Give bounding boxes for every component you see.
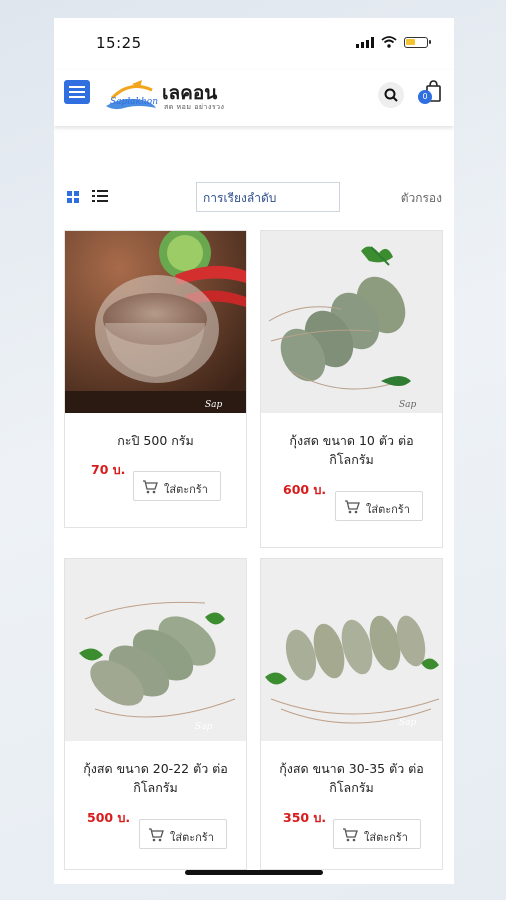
product-image[interactable]: Sap [261, 559, 442, 741]
product-price: 600 บ. [283, 482, 327, 497]
product-price: 70 บ. [91, 462, 126, 477]
svg-text:Sap: Sap [399, 400, 417, 410]
add-to-cart-button[interactable]: ใส่ตะกร้า [139, 819, 227, 849]
product-card[interactable]: Sap กะปิ 500 กรัม 70 บ. ใส่ตะกร้า [64, 230, 247, 528]
logo-mark[interactable]: Saplakhon [102, 78, 158, 114]
add-to-cart-label: ใส่ตะกร้า [170, 831, 214, 844]
status-time: 15:25 [96, 34, 142, 52]
app-header: Saplakhon เลคอน สด หอม อย่างรวง 0 [54, 70, 454, 126]
battery-icon [404, 36, 431, 48]
menu-button[interactable] [64, 80, 90, 104]
product-image[interactable]: Sap [65, 231, 246, 413]
add-to-cart-button[interactable]: ใส่ตะกร้า [133, 471, 221, 501]
search-button[interactable] [378, 82, 404, 108]
add-to-cart-label: ใส่ตะกร้า [164, 483, 208, 496]
product-image[interactable]: Sap [261, 231, 442, 413]
product-price: 500 บ. [87, 810, 131, 825]
cart-icon [149, 828, 164, 842]
product-title[interactable]: กุ้งสด ขนาด 30-35 ตัว ต่อ กิโลกรัม [269, 759, 434, 797]
product-title[interactable]: กุ้งสด ขนาด 20-22 ตัว ต่อ กิโลกรัม [73, 759, 238, 797]
product-title[interactable]: กุ้งสด ขนาด 10 ตัว ต่อ กิโลกรัม [269, 431, 434, 469]
product-card[interactable]: Sap กุ้งสด ขนาด 10 ตัว ต่อ กิโลกรัม 600 … [260, 230, 443, 548]
list-view-icon[interactable] [92, 190, 108, 203]
status-bar: 15:25 [54, 18, 454, 70]
product-image[interactable]: Sap [65, 559, 246, 741]
signal-icon [356, 36, 374, 48]
svg-text:Sap: Sap [399, 718, 417, 728]
product-price: 350 บ. [283, 810, 327, 825]
product-toolbar: การเรียงลำดับ ตัวกรอง [54, 180, 454, 214]
status-icons [356, 36, 431, 48]
cart-count-badge: 0 [418, 90, 432, 104]
wifi-icon [381, 36, 397, 48]
add-to-cart-label: ใส่ตะกร้า [364, 831, 408, 844]
filter-button[interactable]: ตัวกรอง [401, 189, 442, 208]
add-to-cart-button[interactable]: ใส่ตะกร้า [335, 491, 423, 521]
product-card[interactable]: Sap กุ้งสด ขนาด 30-35 ตัว ต่อ กิโลกรัม 3… [260, 558, 443, 870]
home-indicator[interactable] [185, 870, 323, 875]
logo-tagline: สด หอม อย่างรวง [164, 103, 225, 111]
product-title[interactable]: กะปิ 500 กรัม [73, 431, 238, 450]
search-icon [384, 88, 398, 102]
svg-text:Sap: Sap [195, 722, 213, 732]
add-to-cart-label: ใส่ตะกร้า [366, 503, 410, 516]
cart-icon [345, 500, 360, 514]
product-card[interactable]: Sap กุ้งสด ขนาด 20-22 ตัว ต่อ กิโลกรัม 5… [64, 558, 247, 870]
sort-select[interactable]: การเรียงลำดับ [196, 182, 340, 212]
svg-text:Sap: Sap [205, 400, 223, 410]
grid-view-icon[interactable] [67, 191, 79, 203]
cart-icon [143, 480, 158, 494]
cart-icon [343, 828, 358, 842]
svg-text:Saplakhon: Saplakhon [110, 97, 158, 107]
phone-screen: 15:25 Saplakhon เลคอน สด หอม อย่างรวง 0 … [54, 18, 454, 884]
add-to-cart-button[interactable]: ใส่ตะกร้า [333, 819, 421, 849]
cart-button[interactable]: 0 [416, 78, 446, 108]
